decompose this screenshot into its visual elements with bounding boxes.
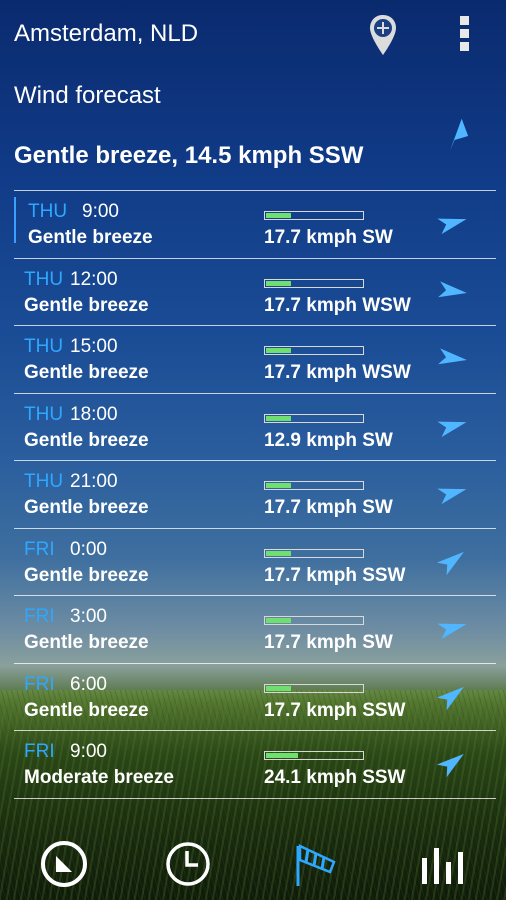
selection-indicator (14, 197, 16, 243)
wind-strength-bar (264, 211, 364, 220)
wind-strength-bar (264, 413, 364, 423)
forecast-row[interactable]: THU 21:00 Gentle breeze 17.7 kmph SW (14, 460, 496, 528)
forecast-time: 3:00 (70, 606, 107, 627)
forecast-row[interactable]: THU 12:00 Gentle breeze 17.7 kmph WSW (14, 257, 496, 326)
current-wind-direction-icon (438, 116, 470, 156)
wind-strength-fill (266, 685, 291, 691)
wind-direction-icon (434, 475, 470, 511)
clock-icon (166, 842, 210, 886)
forecast-wind-speed: 24.1 kmph SSW (264, 767, 406, 788)
forecast-row[interactable]: FRI 6:00 Gentle breeze 17.7 kmph SSW (14, 662, 496, 731)
wind-strength-fill (266, 753, 299, 758)
hourly-tab[interactable] (160, 836, 216, 892)
vertical-dots-icon[interactable] (456, 16, 472, 56)
add-location-pin-icon[interactable] (368, 13, 398, 59)
forecast-condition: Gentle breeze (24, 429, 149, 451)
wind-direction-icon (434, 340, 470, 376)
forecast-day: FRI (24, 538, 55, 560)
wind-strength-fill (266, 415, 291, 421)
windsock-icon (296, 844, 336, 886)
forecast-day: THU (28, 201, 68, 222)
forecast-wind-speed: 17.7 kmph WSW (264, 362, 411, 383)
wind-direction-icon (434, 745, 470, 781)
wind-strength-fill (266, 213, 291, 218)
forecast-wind-speed: 17.7 kmph WSW (264, 294, 411, 316)
forecast-condition: Gentle breeze (24, 294, 149, 316)
wind-direction-icon (434, 678, 470, 714)
wind-strength-fill (266, 618, 291, 623)
wind-tab[interactable] (290, 836, 346, 892)
forecast-day: THU (24, 403, 64, 425)
forecast-condition: Gentle breeze (28, 227, 153, 248)
forecast-day: FRI (24, 741, 55, 762)
forecast-day: THU (24, 336, 64, 357)
wind-direction-icon (434, 205, 470, 241)
forecast-row[interactable]: THU 18:00 Gentle breeze 12.9 kmph SW (14, 392, 496, 461)
list-divider (14, 797, 496, 799)
forecast-condition: Gentle breeze (24, 699, 149, 721)
wind-strength-fill (266, 280, 291, 286)
wind-strength-bar (264, 683, 364, 693)
wind-strength-fill (266, 550, 291, 556)
bar-graph-icon (422, 848, 463, 884)
forecast-condition: Gentle breeze (24, 564, 149, 586)
forecast-time: 15:00 (70, 336, 118, 357)
forecast-day: FRI (24, 606, 55, 627)
forecast-wind-speed: 17.7 kmph SSW (264, 699, 406, 721)
wind-strength-bar (264, 751, 364, 760)
forecast-row[interactable]: THU 9:00 Gentle breeze 17.7 kmph SW (14, 190, 496, 258)
forecast-time: 9:00 (82, 201, 119, 222)
forecast-day: THU (24, 471, 64, 492)
forecast-condition: Moderate breeze (24, 767, 174, 788)
forecast-wind-speed: 17.7 kmph SW (264, 497, 393, 518)
clock-circle-icon (41, 841, 87, 887)
page-subtitle: Wind forecast (14, 82, 161, 109)
forecast-time: 6:00 (70, 673, 107, 695)
action-bar: Amsterdam, NLD (0, 0, 506, 72)
forecast-row[interactable]: FRI 3:00 Gentle breeze 17.7 kmph SW (14, 595, 496, 663)
wind-strength-fill (266, 348, 291, 353)
current-weather-tab[interactable] (36, 836, 92, 892)
current-wind-summary: Gentle breeze, 14.5 kmph SSW (14, 142, 364, 169)
forecast-condition: Gentle breeze (24, 362, 149, 383)
bottom-navigation (0, 822, 506, 900)
graphs-tab[interactable] (416, 836, 472, 892)
wind-direction-icon (434, 273, 470, 309)
wind-direction-icon (434, 408, 470, 444)
forecast-condition: Gentle breeze (24, 497, 149, 518)
forecast-wind-speed: 17.7 kmph SSW (264, 564, 406, 586)
forecast-wind-speed: 12.9 kmph SW (264, 429, 393, 451)
forecast-time: 21:00 (70, 471, 118, 492)
wind-strength-bar (264, 616, 364, 625)
forecast-wind-speed: 17.7 kmph SW (264, 632, 393, 653)
forecast-row[interactable]: FRI 0:00 Gentle breeze 17.7 kmph SSW (14, 527, 496, 596)
forecast-day: FRI (24, 673, 55, 695)
forecast-time: 12:00 (70, 268, 118, 290)
forecast-day: THU (24, 268, 64, 290)
forecast-row[interactable]: THU 15:00 Gentle breeze 17.7 kmph WSW (14, 325, 496, 393)
location-title: Amsterdam, NLD (14, 20, 199, 47)
wind-strength-bar (264, 346, 364, 355)
forecast-wind-speed: 17.7 kmph SW (264, 227, 393, 248)
wind-strength-fill (266, 483, 291, 488)
wind-strength-bar (264, 548, 364, 558)
forecast-time: 0:00 (70, 538, 107, 560)
forecast-time: 18:00 (70, 403, 118, 425)
wind-direction-icon (434, 543, 470, 579)
forecast-time: 9:00 (70, 741, 107, 762)
forecast-row[interactable]: FRI 9:00 Moderate breeze 24.1 kmph SSW (14, 730, 496, 798)
forecast-condition: Gentle breeze (24, 632, 149, 653)
wind-strength-bar (264, 481, 364, 490)
forecast-list: THU 9:00 Gentle breeze 17.7 kmph SW THU 12:00… (14, 190, 496, 799)
wind-strength-bar (264, 278, 364, 288)
wind-direction-icon (434, 610, 470, 646)
